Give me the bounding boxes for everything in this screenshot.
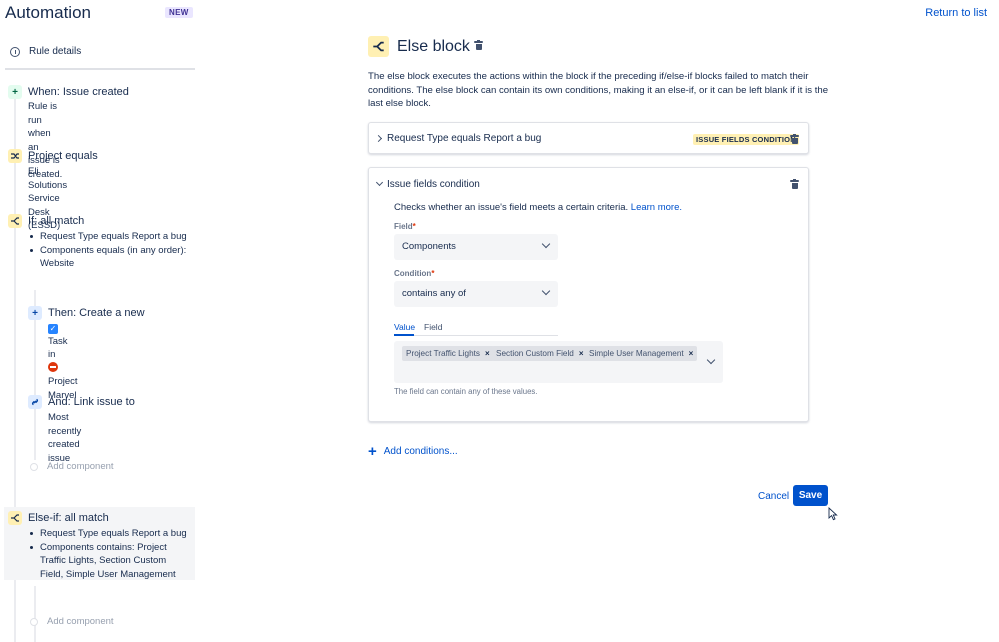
field-label-text: Field [394,222,413,231]
remove-tag-icon[interactable]: × [485,349,490,358]
chevron-right-icon[interactable] [374,134,383,143]
field-label: Field* [394,222,416,231]
add-component-button[interactable]: Add component [30,616,114,627]
field-select-value: Components [402,241,456,252]
condition-select-value: contains any of [402,288,466,299]
helper-text: Checks whether an issue's field meets a … [394,202,629,213]
node-title: Then: Create a new [48,307,145,319]
issue-type: Task [48,335,68,347]
values-multiselect[interactable]: Project Traffic Lights × Section Custom F… [394,341,723,383]
chevron-down-icon[interactable] [706,355,716,365]
save-button[interactable]: Save [793,485,828,506]
condition-bullet: Components contains: Project Traffic Lig… [28,541,192,582]
branch-icon [368,36,389,57]
add-component-label: Add component [47,616,114,627]
mouse-cursor-icon [828,507,838,521]
condition-helper-text: Checks whether an issue's field meets a … [394,202,682,213]
tab-field[interactable]: Field [424,322,442,332]
nested-spine [34,586,36,642]
node-title: Project equals [28,150,98,162]
condition-title: Request Type equals Report a bug [387,133,542,144]
plus-icon: + [368,442,377,460]
value-tag: Section Custom Field × [492,346,588,361]
add-dot-icon [30,462,38,471]
condition-label: Condition* [394,269,435,278]
field-select[interactable]: Components [394,234,558,260]
node-subtitle: Most recently created issue [48,412,82,464]
condition-type-lozenge: ISSUE FIELDS CONDITION [693,134,799,145]
condition-bullet: Request Type equals Report a bug [28,230,188,244]
tag-label: Simple User Management [589,349,684,358]
branch-icon [8,214,22,228]
tag-label: Project Traffic Lights [406,349,481,358]
values-hint: The field can contain any of these value… [394,387,538,396]
connector-text: in [48,349,56,360]
shuffle-icon [8,149,22,163]
learn-more-link[interactable]: Learn more. [631,202,682,213]
condition-bullet: Request Type equals Report a bug [28,527,192,541]
page-title: Automation [5,3,91,22]
return-to-list-link[interactable]: Return to list [925,7,987,19]
rule-details-label: Rule details [29,46,82,57]
chevron-down-icon[interactable] [375,178,384,187]
condition-label-text: Condition [394,269,432,278]
node-title: And: Link issue to [48,396,135,408]
node-title: When: Issue created [28,86,129,98]
branch-icon [8,511,22,525]
project-icon [48,361,58,372]
condition-card-collapsed[interactable]: Request Type equals Report a bug ISSUE F… [368,122,809,154]
value-tag: Simple User Management × [585,346,698,361]
chevron-down-icon [541,286,551,296]
remove-tag-icon[interactable]: × [689,349,694,358]
add-conditions-button[interactable]: + Add conditions... [368,442,458,460]
link-icon [28,395,42,409]
tabs-underline [394,335,558,336]
delete-block-icon[interactable] [474,40,483,50]
node-title: If: all match [28,215,85,227]
delete-condition-icon[interactable] [790,179,799,189]
add-dot-icon [30,617,38,626]
plus-icon: + [8,85,22,99]
node-title: Else-if: all match [28,512,109,524]
value-tag: Project Traffic Lights × [402,346,494,361]
condition-title: Issue fields condition [387,179,480,190]
condition-select[interactable]: contains any of [394,281,558,307]
cancel-button[interactable]: Cancel [752,485,795,507]
tab-value[interactable]: Value [394,322,415,332]
block-description: The else block executes the actions with… [368,71,829,109]
block-title: Else block [397,38,470,55]
delete-condition-icon[interactable] [790,134,799,144]
rule-details-item[interactable]: Rule details [10,46,81,57]
task-checkbox-icon: ✓ [48,324,58,334]
plus-icon: + [28,306,42,320]
add-component-button[interactable]: Add component [30,461,114,472]
chevron-down-icon [541,239,551,249]
tab-active-indicator [394,334,414,336]
new-badge: NEW [165,7,193,18]
condition-bullet: Components equals (in any order): Websit… [28,244,188,271]
add-conditions-label: Add conditions... [383,446,458,457]
sidebar-divider [5,68,195,70]
tag-label: Section Custom Field [496,349,574,358]
remove-tag-icon[interactable]: × [579,349,584,358]
add-component-label: Add component [47,461,114,472]
info-icon [10,46,20,57]
